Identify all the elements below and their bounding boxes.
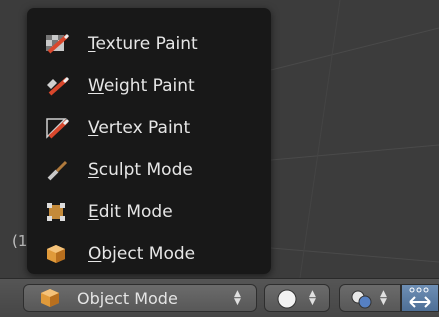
edit-mode-icon	[45, 201, 69, 223]
texture-paint-icon	[45, 33, 70, 55]
menu-item-weight-paint[interactable]: Weight Paint	[27, 67, 271, 105]
updown-arrows-icon: ▲ ▼	[309, 289, 316, 307]
menu-item-object-mode[interactable]: Object Mode	[27, 235, 271, 273]
solid-sphere-icon	[277, 289, 297, 313]
vertex-paint-icon	[45, 117, 70, 139]
mode-select-value: Object Mode	[77, 289, 178, 308]
menu-item-label: Object Mode	[88, 244, 196, 264]
menu-item-edit-mode[interactable]: Edit Mode	[27, 193, 271, 231]
menu-item-sculpt-mode[interactable]: Sculpt Mode	[27, 151, 271, 189]
updown-arrows-icon: ▲ ▼	[234, 289, 241, 307]
manipulator-icon	[407, 287, 435, 315]
object-mode-icon	[39, 288, 61, 308]
viewport-shading-select[interactable]: ▲ ▼	[264, 284, 330, 312]
object-mode-icon	[45, 243, 69, 265]
manipulator-toggle-button[interactable]	[401, 284, 439, 312]
menu-item-vertex-paint[interactable]: Vertex Paint	[27, 109, 271, 147]
mode-select[interactable]: Object Mode ▲ ▼	[23, 284, 257, 312]
menu-item-label: Texture Paint	[88, 34, 198, 54]
frame-indicator: (1	[12, 232, 28, 250]
viewport-header: Object Mode ▲ ▼ ▲ ▼ ▲ ▼	[0, 278, 439, 317]
sculpt-mode-icon	[45, 159, 69, 181]
pivot-icon	[350, 289, 374, 313]
menu-item-texture-paint[interactable]: Texture Paint	[27, 25, 271, 63]
updown-arrows-icon: ▲ ▼	[380, 289, 387, 307]
mode-dropdown-menu: Texture Paint Weight Paint Vertex Paint	[27, 8, 271, 274]
menu-item-label: Weight Paint	[88, 76, 195, 96]
weight-paint-icon	[45, 75, 70, 97]
menu-item-label: Sculpt Mode	[88, 160, 193, 180]
menu-item-label: Vertex Paint	[88, 118, 191, 138]
pivot-point-select[interactable]: ▲ ▼	[339, 284, 401, 312]
menu-item-label: Edit Mode	[88, 202, 173, 222]
